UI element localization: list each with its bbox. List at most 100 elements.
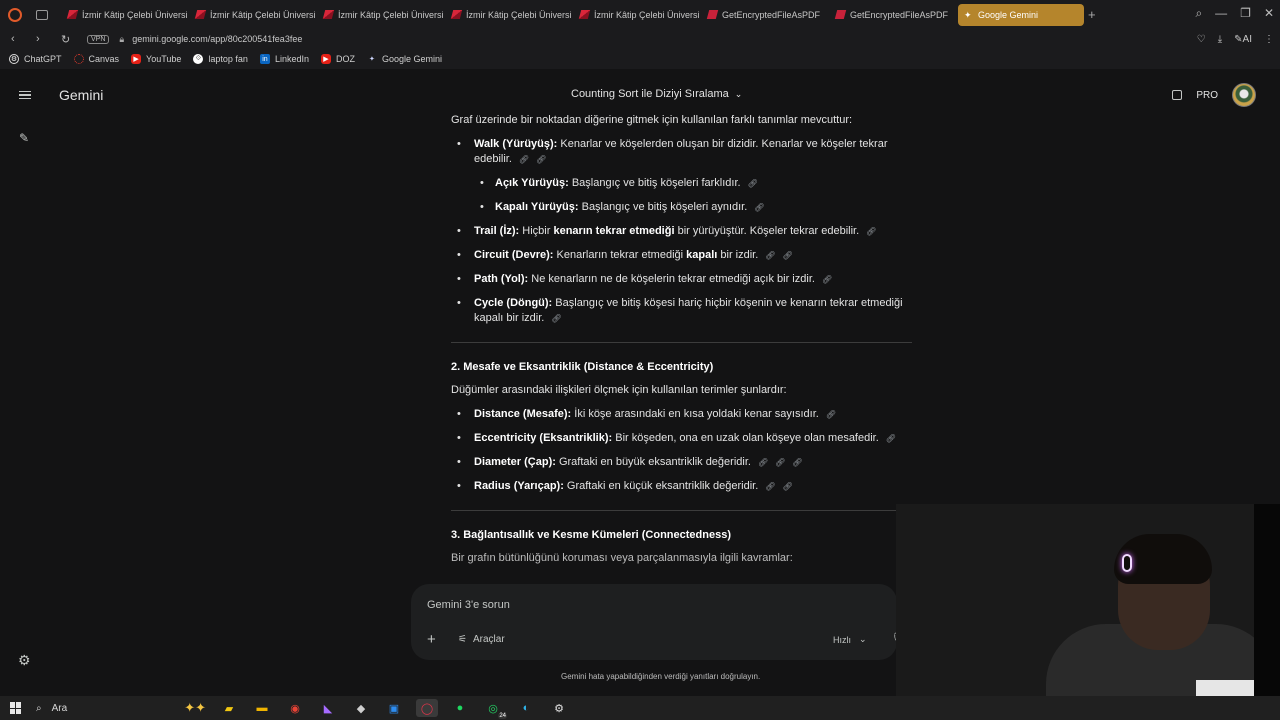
- taskbar-search[interactable]: ⌕ Ara ✦✦: [36, 700, 206, 716]
- source-link-icon[interactable]: 🔗︎: [748, 179, 758, 188]
- tools-label: Araçlar: [472, 634, 505, 645]
- source-link-icon[interactable]: 🔗︎: [782, 482, 792, 491]
- browser-tab-active[interactable]: ✦ Google Gemini: [958, 3, 1084, 26]
- visual-studio-icon[interactable]: ◣: [317, 699, 339, 717]
- ai-label: AI: [1242, 33, 1252, 45]
- list-item: Diameter (Çap): Graftaki en büyük eksant…: [451, 455, 912, 470]
- share-icon[interactable]: [1172, 90, 1183, 100]
- mode-label: Hızlı: [833, 634, 851, 645]
- vpn-badge[interactable]: VPN: [87, 34, 110, 44]
- model-mode-dropdown[interactable]: Hızlı ⌄: [833, 634, 867, 645]
- source-link-icon[interactable]: 🔗︎: [551, 314, 561, 323]
- browser-tab[interactable]: İzmir Kâtip Çelebi Üniversi: [62, 4, 188, 26]
- forward-icon[interactable]: ›: [36, 33, 50, 45]
- bookmark-label: Canvas: [88, 54, 120, 64]
- bookmark-icon[interactable]: ♡: [1197, 34, 1206, 45]
- list-item: Circuit (Devre): Kenarların tekrar etmed…: [451, 248, 912, 263]
- source-link-icon[interactable]: 🔗︎: [765, 482, 775, 491]
- app-icon[interactable]: ▣: [383, 699, 405, 717]
- conversation-title-dropdown[interactable]: Counting Sort ile Diziyi Sıralama ⌄: [571, 88, 742, 100]
- chatgpt-icon[interactable]: ⚙︎: [548, 699, 570, 717]
- add-attachment-button[interactable]: +: [427, 631, 436, 648]
- ikc-icon: [322, 10, 335, 19]
- chevron-down-icon: ⌄: [734, 88, 743, 99]
- start-button[interactable]: [10, 702, 22, 714]
- avatar[interactable]: [1232, 83, 1256, 107]
- browser-tab[interactable]: İzmir Kâtip Çelebi Üniversi: [190, 4, 316, 26]
- ai-button[interactable]: ✎AI: [1234, 34, 1252, 45]
- reload-icon[interactable]: ↻: [61, 33, 75, 46]
- bookmark-doz[interactable]: ▶ DOZ: [320, 54, 355, 64]
- tab-title: İzmir Kâtip Çelebi Üniversi: [338, 9, 444, 20]
- spotify-icon[interactable]: ●: [449, 699, 471, 717]
- bookmark-gemini[interactable]: ✦ Google Gemini: [367, 54, 442, 64]
- restore-button[interactable]: ❐: [1240, 6, 1251, 21]
- tools-icon: ⚟: [458, 634, 467, 645]
- bookmark-canvas[interactable]: Canvas: [73, 54, 120, 64]
- definition: Graftaki en büyük eksantriklik değeridir…: [555, 456, 751, 468]
- pdf-icon: [706, 10, 719, 19]
- response-content: Graf üzerinde bir noktadan diğerine gitm…: [451, 113, 912, 575]
- whatsapp-icon[interactable]: ◎ 24: [482, 699, 507, 719]
- settings-gear-icon[interactable]: ⚙: [18, 652, 31, 669]
- bookmark-chatgpt[interactable]: ⚙︎ ChatGPT: [9, 54, 62, 64]
- definition: Kenarların tekrar etmediği: [553, 249, 687, 261]
- source-link-icon[interactable]: 🔗︎: [536, 155, 546, 164]
- copilot-sparkle-icon: ✦✦: [184, 700, 206, 715]
- source-link-icon[interactable]: 🔗︎: [826, 410, 836, 419]
- new-tab-button[interactable]: +: [1088, 7, 1096, 22]
- source-link-icon[interactable]: 🔗︎: [765, 251, 775, 260]
- menu-icon[interactable]: [19, 91, 31, 99]
- browser-tab[interactable]: İzmir Kâtip Çelebi Üniversi: [318, 4, 444, 26]
- new-chat-icon[interactable]: ✎: [19, 131, 29, 145]
- chatgpt-icon: ⚙︎: [9, 54, 19, 64]
- source-link-icon[interactable]: 🔗︎: [519, 155, 529, 164]
- browser-tab[interactable]: GetEncryptedFileAsPDF: [702, 4, 828, 26]
- close-window-button[interactable]: ✕: [1264, 6, 1274, 21]
- term: Walk (Yürüyüş):: [474, 138, 558, 150]
- bookmark-laptop-fan[interactable]: ⟐ laptop fan: [193, 54, 248, 64]
- back-icon[interactable]: ‹: [11, 33, 25, 45]
- browser-tab[interactable]: İzmir Kâtip Çelebi Üniversi: [446, 4, 572, 26]
- file-explorer-icon[interactable]: ▬: [251, 699, 273, 717]
- app-icon[interactable]: ◆: [350, 699, 372, 717]
- browser-tab[interactable]: GetEncryptedFileAsPDF: [830, 4, 956, 26]
- source-link-icon[interactable]: 🔗︎: [754, 203, 764, 212]
- opera-icon[interactable]: ◯: [416, 699, 438, 717]
- bookmark-linkedin[interactable]: in LinkedIn: [259, 54, 309, 64]
- minimize-button[interactable]: —: [1215, 6, 1227, 21]
- sticky-notes-icon[interactable]: ▰: [218, 699, 240, 717]
- notification-badge: 24: [498, 713, 507, 719]
- emphasis: kenarın tekrar etmediği: [553, 225, 675, 237]
- more-menu-icon[interactable]: ⋮: [1264, 34, 1274, 45]
- windows-taskbar: ⌕ Ara ✦✦ ▰ ▬ ◉ ◣ ◆ ▣ ◯ ● ◎ 24 ◐ ⚙︎: [0, 696, 1280, 720]
- tab-title: GetEncryptedFileAsPDF: [722, 9, 821, 20]
- search-tabs-icon[interactable]: ⌕: [1195, 6, 1202, 21]
- app-title[interactable]: Gemini: [59, 87, 103, 103]
- browser-tab[interactable]: İzmir Kâtip Çelebi Üniversi: [574, 4, 700, 26]
- term: Trail (İz):: [474, 225, 520, 237]
- opera-logo-icon[interactable]: [8, 7, 22, 22]
- url-field[interactable]: gemini.google.com/app/80c200541fea3fee: [132, 34, 302, 44]
- source-link-icon[interactable]: 🔗︎: [758, 458, 768, 467]
- lock-icon[interactable]: 🔒︎: [119, 34, 124, 45]
- edge-icon[interactable]: ◐: [515, 699, 537, 717]
- prompt-composer[interactable]: Gemini 3'e sorun + ⚟ Araçlar Hızlı ⌄ 🎙︎: [411, 584, 904, 660]
- source-link-icon[interactable]: 🔗︎: [782, 251, 792, 260]
- download-icon[interactable]: ⤓: [1218, 34, 1222, 45]
- term: Kapalı Yürüyüş:: [495, 201, 579, 213]
- source-link-icon[interactable]: 🔗︎: [792, 458, 802, 467]
- section-heading: 2. Mesafe ve Eksantriklik (Distance & Ec…: [451, 361, 714, 373]
- source-link-icon[interactable]: 🔗︎: [866, 227, 876, 236]
- source-link-icon[interactable]: 🔗︎: [886, 434, 896, 443]
- pro-badge[interactable]: PRO: [1196, 90, 1218, 101]
- source-link-icon[interactable]: 🔗︎: [775, 458, 785, 467]
- workspaces-icon[interactable]: [36, 9, 48, 20]
- bookmark-youtube[interactable]: ▶ YouTube: [131, 54, 181, 64]
- term: Radius (Yarıçap):: [474, 480, 564, 492]
- source-link-icon[interactable]: 🔗︎: [822, 275, 832, 284]
- prompt-input[interactable]: Gemini 3'e sorun: [427, 599, 510, 611]
- chrome-icon[interactable]: ◉: [284, 699, 306, 717]
- bookmark-label: laptop fan: [208, 54, 248, 64]
- tools-button[interactable]: ⚟ Araçlar: [458, 634, 505, 645]
